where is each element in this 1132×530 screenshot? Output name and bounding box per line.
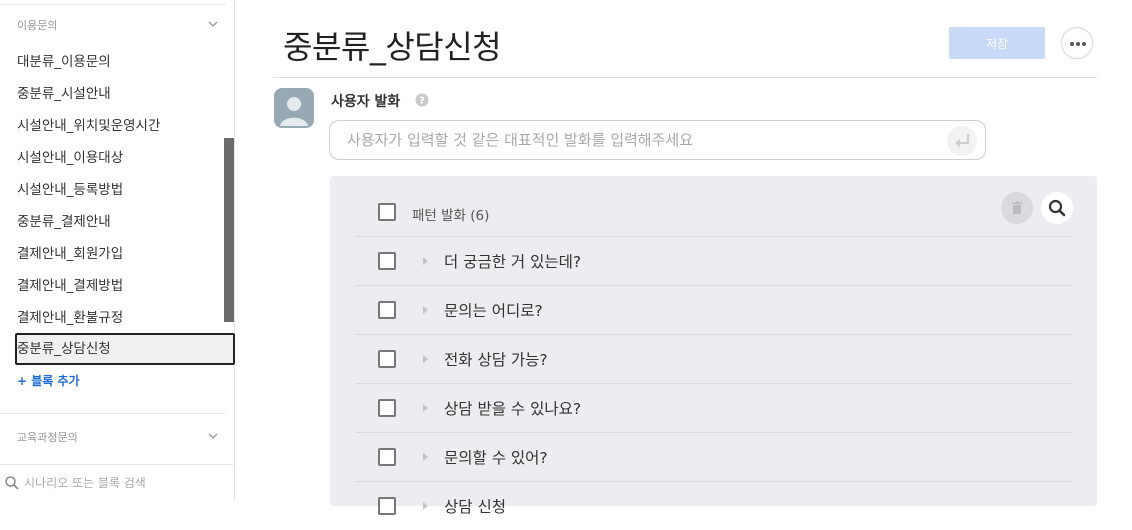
search-icon bbox=[1048, 199, 1066, 217]
enter-icon bbox=[955, 134, 970, 148]
sidebar-search-input[interactable] bbox=[24, 472, 224, 494]
divider bbox=[0, 4, 226, 5]
save-button[interactable]: 저장 bbox=[949, 27, 1045, 59]
chevron-down-icon[interactable] bbox=[206, 429, 220, 443]
block-item[interactable]: 결제안내_결제방법 bbox=[16, 270, 234, 302]
divider bbox=[273, 77, 1097, 78]
pattern-checkbox[interactable] bbox=[378, 252, 396, 270]
more-icon bbox=[1076, 42, 1080, 46]
scenario-group-header[interactable]: 교육과정문의 bbox=[0, 426, 226, 450]
more-icon bbox=[1070, 42, 1074, 46]
pattern-row[interactable]: 문의는 어디로? bbox=[355, 286, 1072, 334]
pattern-row[interactable]: 상담 신청 bbox=[355, 482, 1072, 530]
block-item-active[interactable]: 중분류_상담신청 bbox=[15, 333, 235, 365]
pattern-text: 문의할 수 있어? bbox=[444, 449, 548, 467]
scenario-group-header[interactable]: 이용문의 bbox=[0, 14, 226, 38]
sidebar-search bbox=[0, 472, 235, 494]
more-options-button[interactable] bbox=[1061, 27, 1093, 59]
block-item[interactable]: 결제안내_환불규정 bbox=[16, 302, 234, 334]
block-item[interactable]: 대분류_이용문의 bbox=[16, 46, 234, 78]
user-utterance-input[interactable] bbox=[347, 121, 937, 159]
pattern-checkbox[interactable] bbox=[378, 448, 396, 466]
caret-right-icon[interactable] bbox=[422, 500, 430, 512]
block-item[interactable]: 시설안내_위치및운영시간 bbox=[16, 110, 234, 142]
more-icon bbox=[1082, 42, 1086, 46]
chevron-down-icon[interactable] bbox=[206, 17, 220, 31]
pattern-text: 상담 신청 bbox=[444, 498, 506, 516]
pattern-checkbox[interactable] bbox=[378, 301, 396, 319]
page-title: 중분류_상담신청 bbox=[283, 28, 502, 66]
caret-right-icon[interactable] bbox=[422, 255, 430, 267]
block-item[interactable]: 시설안내_이용대상 bbox=[16, 142, 234, 174]
caret-right-icon[interactable] bbox=[422, 353, 430, 365]
pattern-text: 전화 상담 가능? bbox=[444, 351, 548, 369]
user-utterance-label: 사용자 발화 bbox=[331, 94, 401, 110]
pattern-row[interactable]: 상담 받을 수 있나요? bbox=[355, 384, 1072, 432]
block-item[interactable]: 결제안내_회원가입 bbox=[16, 238, 234, 270]
sidebar-scrollbar[interactable] bbox=[224, 138, 234, 322]
sidebar: 이용문의 대분류_이용문의 중분류_시설안내 시설안내_위치및운영시간 시설안내… bbox=[0, 0, 235, 500]
scenario-group-label: 이용문의 bbox=[17, 19, 58, 32]
block-item[interactable]: 중분류_시설안내 bbox=[16, 78, 234, 110]
pattern-text: 상담 받을 수 있나요? bbox=[444, 400, 582, 418]
user-utterance-field bbox=[329, 120, 986, 160]
divider bbox=[0, 464, 235, 465]
block-item[interactable]: 중분류_결제안내 bbox=[16, 206, 234, 238]
divider bbox=[0, 413, 226, 414]
scenario-group-label: 교육과정문의 bbox=[17, 431, 78, 444]
select-all-checkbox[interactable] bbox=[378, 203, 396, 221]
pattern-checkbox[interactable] bbox=[378, 350, 396, 368]
caret-right-icon[interactable] bbox=[422, 402, 430, 414]
block-item[interactable]: 시설안내_등록방법 bbox=[16, 174, 234, 206]
add-block-link[interactable]: + 블록 추가 bbox=[17, 372, 80, 389]
help-icon[interactable]: ? bbox=[415, 93, 429, 107]
caret-right-icon[interactable] bbox=[422, 304, 430, 316]
pattern-panel: 패턴 발화 (6) 더 궁금한 거 있는데? 문의는 어디로? 전화 상담 가능… bbox=[330, 176, 1097, 516]
pattern-row[interactable]: 전화 상담 가능? bbox=[355, 335, 1072, 383]
delete-button[interactable] bbox=[1001, 192, 1033, 224]
pattern-checkbox[interactable] bbox=[378, 399, 396, 417]
pattern-row[interactable]: 더 궁금한 거 있는데? bbox=[355, 237, 1072, 285]
enter-button[interactable] bbox=[947, 126, 977, 156]
svg-text:?: ? bbox=[419, 96, 425, 107]
pattern-row[interactable]: 문의할 수 있어? bbox=[355, 433, 1072, 481]
pattern-text: 더 궁금한 거 있는데? bbox=[444, 253, 582, 271]
search-icon bbox=[5, 476, 19, 490]
caret-right-icon[interactable] bbox=[422, 451, 430, 463]
trash-icon bbox=[1012, 201, 1022, 214]
pattern-search-button[interactable] bbox=[1041, 192, 1073, 224]
pattern-text: 문의는 어디로? bbox=[444, 302, 543, 320]
user-avatar-icon bbox=[274, 88, 314, 128]
pattern-header-label: 패턴 발화 (6) bbox=[412, 208, 490, 224]
